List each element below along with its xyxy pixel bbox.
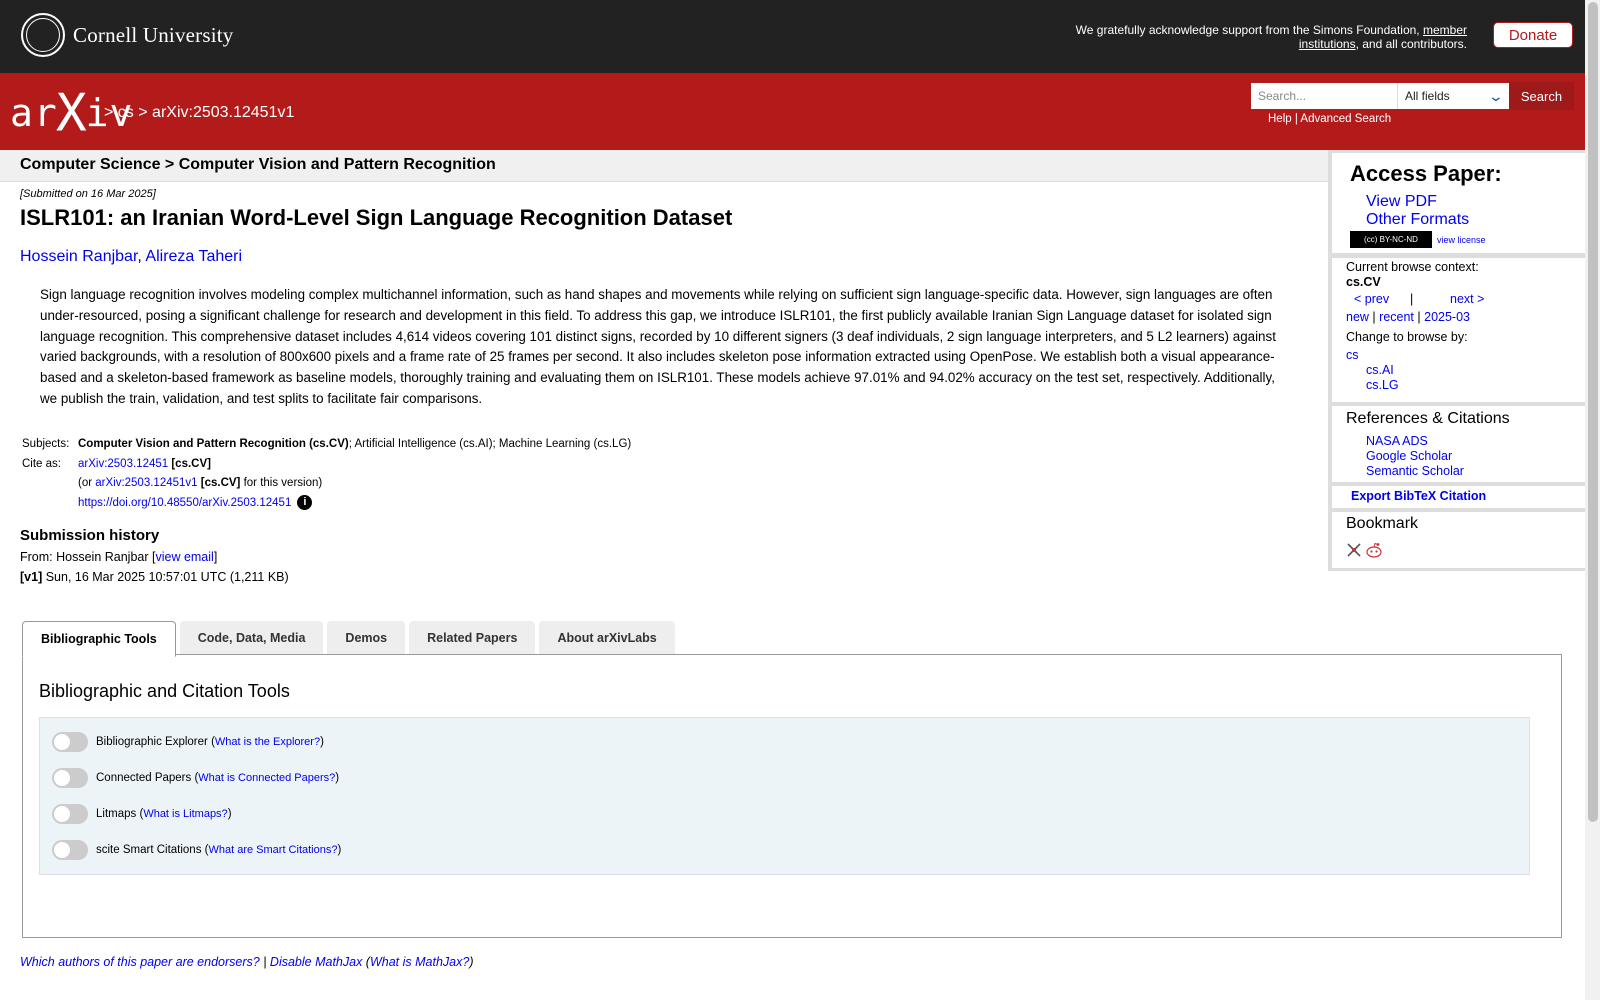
recent-link[interactable]: recent (1379, 310, 1414, 324)
tab-about-arxivlabs[interactable]: About arXivLabs (539, 621, 675, 654)
doi-link[interactable]: https://doi.org/10.48550/arXiv.2503.1245… (78, 497, 291, 509)
category-title: Computer Science > Computer Vision and P… (20, 156, 496, 173)
subjects-value: Computer Vision and Pattern Recognition … (78, 438, 632, 450)
browse-context-label: Current browse context: (1346, 260, 1479, 274)
cc-license-icon[interactable]: (cc) BY-NC-ND (1350, 231, 1432, 248)
change-browse-label: Change to browse by: (1346, 330, 1468, 344)
support-text: We gratefully acknowledge support from t… (1075, 23, 1467, 51)
labs-tabs: Bibliographic Tools Code, Data, Media De… (22, 621, 679, 657)
tab-panel: Bibliographic and Citation Tools Bibliog… (22, 654, 1562, 938)
top-bar: Cornell University We gratefully acknowl… (0, 0, 1585, 73)
tools-heading: Bibliographic and Citation Tools (39, 681, 290, 701)
breadcrumb-cs[interactable]: > cs (104, 104, 134, 121)
what-is-mathjax-link[interactable]: What is MathJax? (370, 955, 469, 969)
reddit-icon[interactable] (1365, 542, 1382, 558)
explorer-toggle[interactable] (52, 732, 88, 752)
search-input[interactable]: Search... (1251, 83, 1397, 109)
access-paper-box: Access Paper: View PDF Other Formats (cc… (1332, 153, 1585, 253)
sidebar: Access Paper: View PDF Other Formats (cc… (1328, 150, 1585, 571)
search-button[interactable]: Search (1509, 82, 1574, 110)
arxiv-header: arXiv > cs > arXiv:2503.12451v1 Search..… (0, 73, 1585, 150)
browse-context-box: Current browse context: cs.CV < prev | n… (1332, 258, 1585, 402)
paper-title: ISLR101: an Iranian Word-Level Sign Lang… (20, 205, 733, 230)
cite-link[interactable]: arXiv:2503.12451 (78, 458, 168, 470)
explorer-info-link[interactable]: What is the Explorer? (215, 736, 320, 748)
footer-links: Which authors of this paper are endorser… (20, 955, 474, 969)
tab-related-papers[interactable]: Related Papers (409, 621, 536, 654)
endorsers-link[interactable]: Which authors of this paper are endorser… (20, 955, 260, 969)
nasa-ads-link[interactable]: NASA ADS (1366, 434, 1428, 448)
scrollbar-thumb[interactable] (1588, 2, 1598, 822)
browse-cs-ai-link[interactable]: cs.AI (1366, 363, 1394, 377)
donate-button[interactable]: Donate (1493, 22, 1573, 48)
month-link[interactable]: 2025-03 (1424, 310, 1470, 324)
disable-mathjax-link[interactable]: Disable MathJax (270, 955, 362, 969)
category-bar: Computer Science > Computer Vision and P… (0, 150, 1329, 182)
bookmark-box: Bookmark (1332, 512, 1585, 568)
authors: Hossein Ranjbar, Alireza Taheri (20, 248, 243, 265)
tab-code-data-media[interactable]: Code, Data, Media (179, 621, 324, 654)
bookmark-heading: Bookmark (1346, 515, 1419, 532)
references-box: References & Citations NASA ADS Google S… (1332, 406, 1585, 482)
export-bibtex-link[interactable]: Export BibTeX Citation (1351, 489, 1486, 503)
info-icon[interactable]: i (297, 494, 313, 510)
view-pdf-link[interactable]: View PDF (1366, 193, 1437, 211)
cornell-logo[interactable]: Cornell University (21, 13, 234, 57)
browse-cs-link[interactable]: cs (1346, 348, 1359, 362)
access-paper-heading: Access Paper: (1350, 161, 1502, 186)
help-link[interactable]: Help (1268, 113, 1292, 125)
advanced-search-link[interactable]: Advanced Search (1300, 113, 1391, 125)
license: (cc) BY-NC-ND view license (1350, 231, 1486, 248)
list-item: Bibliographic Explorer (What is the Expl… (52, 731, 324, 753)
list-item: Connected Papers (What is Connected Pape… (52, 767, 339, 789)
abstract: Sign language recognition involves model… (40, 287, 1276, 406)
version-entry: [v1] Sun, 16 Mar 2025 10:57:01 UTC (1,21… (20, 570, 289, 584)
subjects-label: Subjects: (22, 438, 70, 450)
next-link[interactable]: next > (1450, 292, 1484, 306)
browse-cs-lg-link[interactable]: cs.LG (1366, 378, 1399, 392)
cornell-seal-icon (21, 13, 65, 57)
new-link[interactable]: new (1346, 310, 1369, 324)
breadcrumb-paper[interactable]: > arXiv:2503.12451v1 (138, 104, 294, 121)
tab-bibliographic-tools[interactable]: Bibliographic Tools (22, 621, 176, 657)
breadcrumb: > cs > arXiv:2503.12451v1 (104, 104, 294, 122)
bibsonomy-icon[interactable] (1346, 542, 1362, 558)
scite-toggle[interactable] (52, 840, 88, 860)
litmaps-toggle[interactable] (52, 804, 88, 824)
submission-history-heading: Submission history (20, 527, 160, 544)
browse-context-value: cs.CV (1346, 275, 1381, 289)
google-scholar-link[interactable]: Google Scholar (1366, 449, 1452, 463)
scite-info-link[interactable]: What are Smart Citations? (208, 844, 337, 856)
author-link[interactable]: Hossein Ranjbar (20, 248, 137, 265)
author-link[interactable]: Alireza Taheri (145, 248, 242, 265)
references-heading: References & Citations (1346, 410, 1510, 427)
connected-papers-info-link[interactable]: What is Connected Papers? (198, 772, 335, 784)
bookmark-icons (1346, 542, 1384, 558)
semantic-scholar-link[interactable]: Semantic Scholar (1366, 464, 1464, 478)
other-formats-link[interactable]: Other Formats (1366, 211, 1469, 229)
list-item: scite Smart Citations (What are Smart Ci… (52, 839, 341, 861)
view-email-link[interactable]: view email (155, 550, 213, 564)
litmaps-info-link[interactable]: What is Litmaps? (143, 808, 227, 820)
search-field-select[interactable]: All fields ⌄ (1397, 83, 1509, 109)
submission-from: From: Hossein Ranjbar [view email] (20, 550, 218, 564)
chevron-down-icon: ⌄ (1487, 87, 1505, 104)
tools-list: Bibliographic Explorer (What is the Expl… (39, 717, 1530, 875)
view-license-link[interactable]: view license (1437, 235, 1486, 245)
connected-papers-toggle[interactable] (52, 768, 88, 788)
export-box: Export BibTeX Citation (1332, 486, 1585, 508)
cite-label: Cite as: (22, 457, 61, 470)
submitted-date: [Submitted on 16 Mar 2025] (20, 188, 156, 200)
list-item: Litmaps (What is Litmaps?) (52, 803, 232, 825)
metadata-table: Subjects: Computer Vision and Pattern Re… (22, 435, 631, 513)
browse-links: new | recent | 2025-03 (1346, 310, 1470, 324)
help-links: Help | Advanced Search (1268, 113, 1392, 125)
prev-link[interactable]: < prev (1354, 292, 1389, 306)
cornell-name: Cornell University (73, 22, 234, 47)
tab-demos[interactable]: Demos (327, 621, 406, 654)
version-link[interactable]: arXiv:2503.12451v1 (95, 477, 197, 489)
